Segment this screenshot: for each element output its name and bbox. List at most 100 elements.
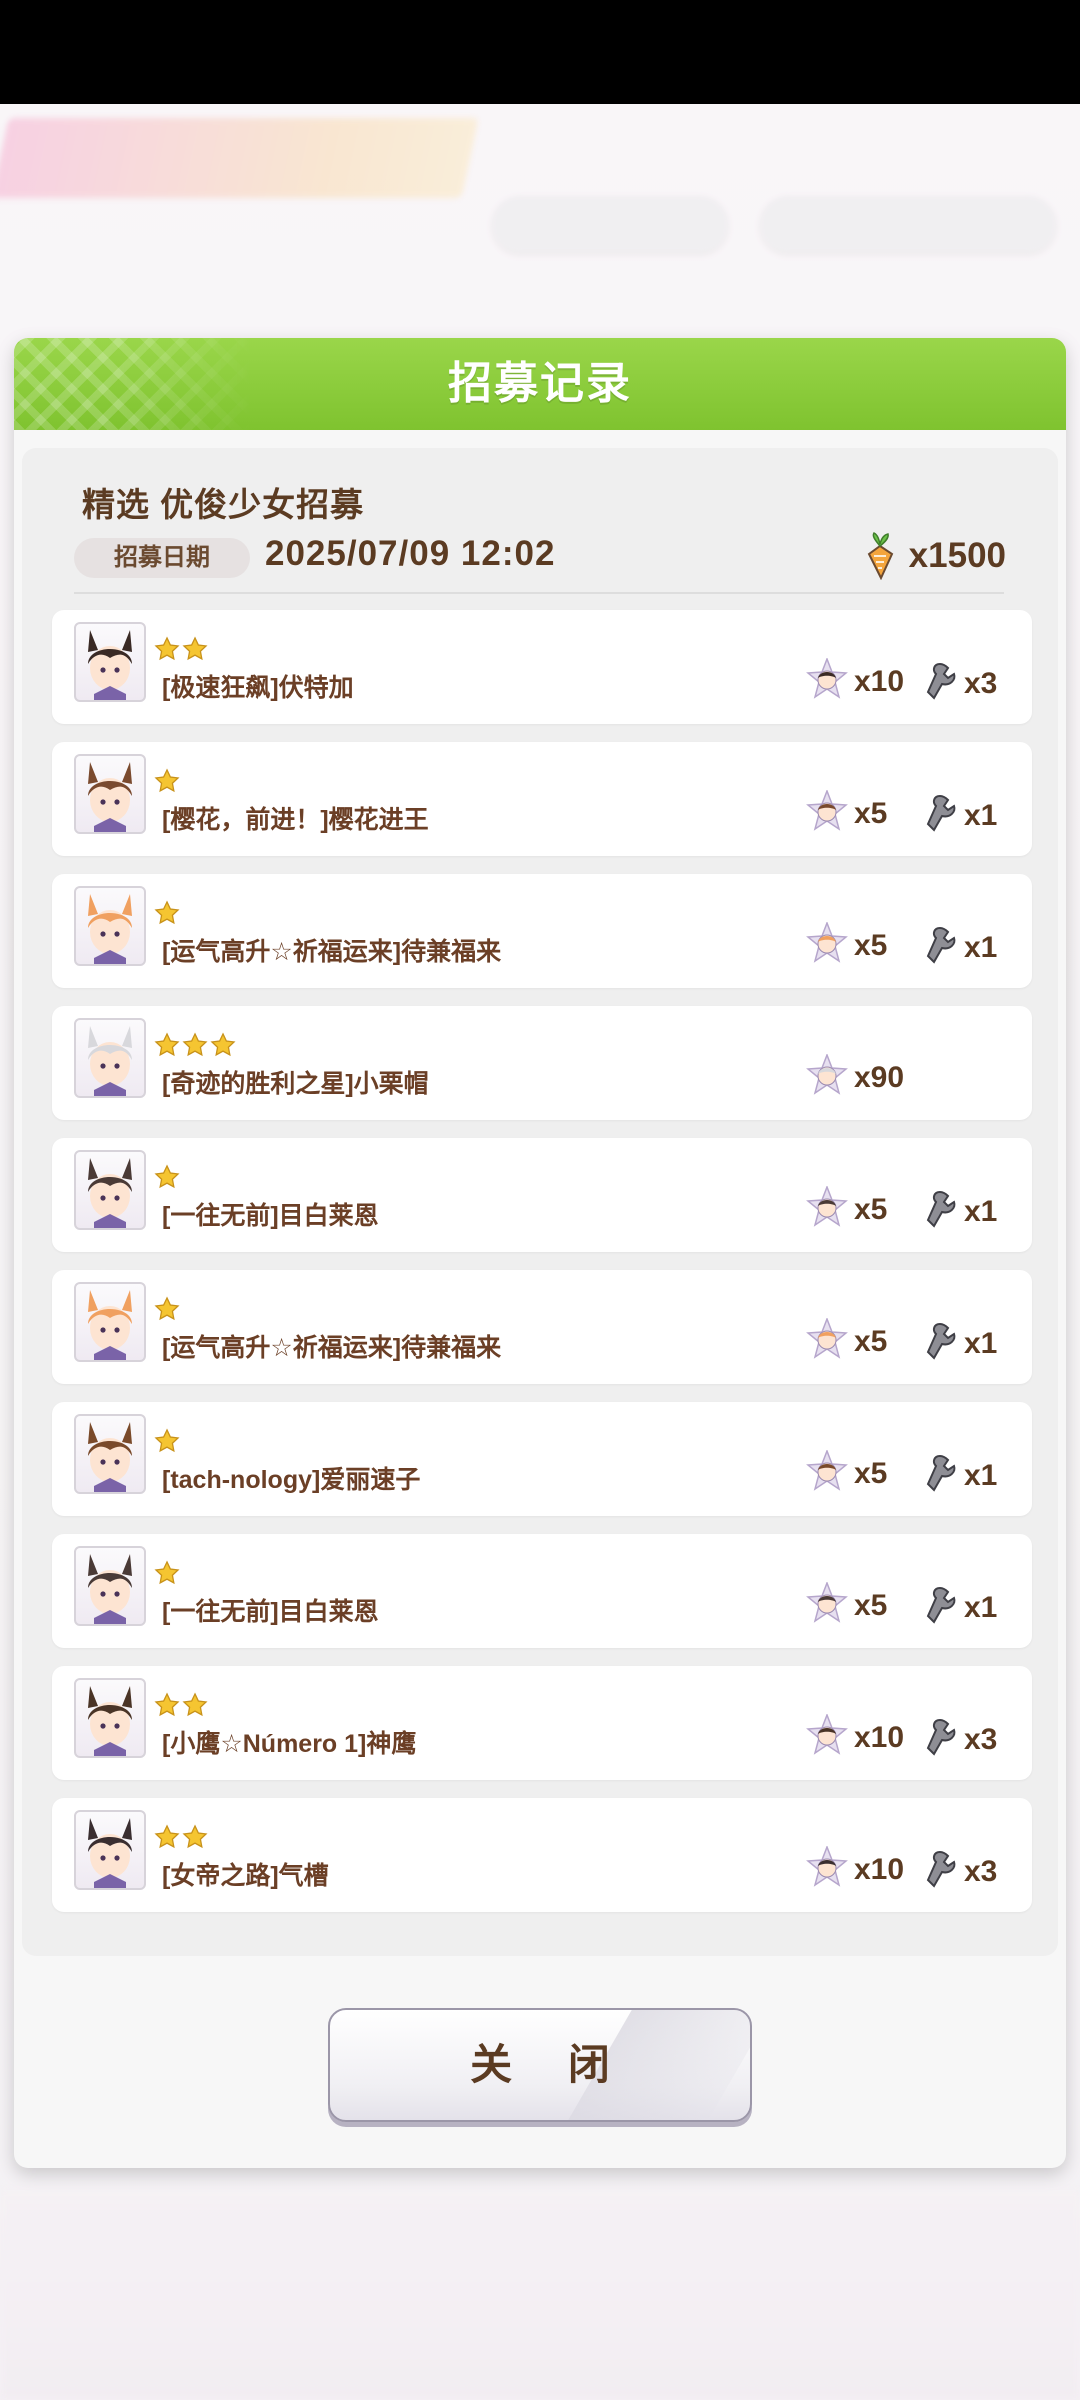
- point-reward: x1: [922, 1586, 997, 1629]
- horseshoe-key-icon: [922, 1454, 958, 1497]
- result-row: [tach-nology]爱丽速子 x5 x1: [52, 1402, 1032, 1516]
- history-panel: 精选 优俊少女招募 招募日期 2025/07/09 12:02 x1500 [极…: [22, 448, 1058, 1956]
- piece-reward: x90: [806, 1052, 905, 1101]
- piece-quantity: x5: [854, 1192, 888, 1226]
- character-name: [极速狂飙]伏特加: [162, 674, 354, 702]
- point-reward: x1: [922, 1190, 997, 1233]
- character-avatar: [74, 622, 146, 702]
- rarity-stars: [154, 636, 208, 667]
- piece-reward: x10: [806, 1844, 905, 1893]
- character-avatar: [74, 1810, 146, 1890]
- character-name: [女帝之路]气槽: [162, 1862, 329, 1890]
- character-name: [一往无前]目白莱恩: [162, 1598, 379, 1626]
- star-icon: [210, 1032, 236, 1063]
- point-reward: x3: [922, 1850, 997, 1893]
- star-icon: [154, 900, 180, 931]
- rarity-stars: [154, 1428, 180, 1459]
- star-icon: [154, 636, 180, 667]
- piece-reward: x10: [806, 1712, 905, 1761]
- character-piece-icon: [806, 788, 848, 837]
- character-avatar: [74, 1150, 146, 1230]
- date-label: 招募日期: [74, 538, 250, 578]
- character-piece-icon: [806, 920, 848, 969]
- point-quantity: x3: [964, 666, 998, 700]
- character-piece-icon: [806, 656, 848, 705]
- dialog-header: 招募记录: [14, 338, 1066, 430]
- piece-quantity: x10: [854, 1852, 905, 1886]
- piece-reward: x5: [806, 1448, 888, 1497]
- character-piece-icon: [806, 1316, 848, 1365]
- point-quantity: x3: [964, 1854, 998, 1888]
- point-quantity: x1: [964, 1590, 998, 1624]
- result-row: [樱花，前进！]樱花进王 x5 x1: [52, 742, 1032, 856]
- date-value: 2025/07/09 12:02: [265, 534, 556, 573]
- piece-quantity: x5: [854, 796, 888, 830]
- result-row: [运气高升☆祈福运来]待兼福来 x5 x1: [52, 1270, 1032, 1384]
- point-reward: x1: [922, 794, 997, 837]
- character-name: [运气高升☆祈福运来]待兼福来: [162, 1334, 502, 1362]
- horseshoe-key-icon: [922, 1190, 958, 1233]
- point-reward: x3: [922, 662, 997, 705]
- piece-reward: x5: [806, 1580, 888, 1629]
- character-name: [tach-nology]爱丽速子: [162, 1466, 421, 1494]
- result-row: [一往无前]目白莱恩 x5 x1: [52, 1138, 1032, 1252]
- point-reward: x1: [922, 926, 997, 969]
- character-piece-icon: [806, 1052, 848, 1101]
- horseshoe-key-icon: [922, 1586, 958, 1629]
- character-name: [奇迹的胜利之星]小栗帽: [162, 1070, 429, 1098]
- point-quantity: x1: [964, 798, 998, 832]
- rarity-stars: [154, 1032, 236, 1063]
- close-label: 关 闭: [470, 2041, 632, 2088]
- cost-amount: x1500: [908, 536, 1006, 575]
- star-icon: [154, 1428, 180, 1459]
- piece-quantity: x5: [854, 928, 888, 962]
- horseshoe-key-icon: [922, 662, 958, 705]
- status-bar: [0, 0, 1080, 104]
- star-icon: [154, 1164, 180, 1195]
- recruit-history-dialog: 招募记录 精选 优俊少女招募 招募日期 2025/07/09 12:02 x15…: [14, 338, 1066, 2168]
- star-icon: [154, 1032, 180, 1063]
- carrot-ticket-icon: [867, 532, 893, 580]
- character-name: [一往无前]目白莱恩: [162, 1202, 379, 1230]
- piece-quantity: x5: [854, 1456, 888, 1490]
- result-row: [小鹰☆Número 1]神鹰 x10 x3: [52, 1666, 1032, 1780]
- result-row: [一往无前]目白莱恩 x5 x1: [52, 1534, 1032, 1648]
- piece-reward: x10: [806, 656, 904, 705]
- star-icon: [182, 1824, 208, 1855]
- character-piece-icon: [806, 1448, 848, 1497]
- piece-quantity: x10: [854, 1720, 905, 1754]
- star-icon: [182, 1032, 208, 1063]
- character-avatar: [74, 1018, 146, 1098]
- character-avatar: [74, 1282, 146, 1362]
- character-avatar: [74, 1414, 146, 1494]
- result-row: [极速狂飙]伏特加 x10 x3: [52, 610, 1032, 724]
- character-piece-icon: [806, 1184, 848, 1233]
- piece-reward: x5: [806, 920, 888, 969]
- point-quantity: x1: [964, 1194, 998, 1228]
- cost-display: x1500: [861, 532, 1006, 580]
- horseshoe-key-icon: [922, 794, 958, 837]
- point-quantity: x1: [964, 930, 998, 964]
- horseshoe-key-icon: [922, 1850, 958, 1893]
- rarity-stars: [154, 900, 180, 931]
- character-name: [樱花，前进！]樱花进王: [162, 806, 429, 834]
- point-quantity: x1: [964, 1326, 998, 1360]
- point-reward: x1: [922, 1454, 997, 1497]
- character-avatar: [74, 886, 146, 966]
- horseshoe-key-icon: [922, 1322, 958, 1365]
- horseshoe-key-icon: [922, 926, 958, 969]
- point-quantity: x1: [964, 1458, 998, 1492]
- result-row: [奇迹的胜利之星]小栗帽 x90: [52, 1006, 1032, 1120]
- dialog-title: 招募记录: [448, 359, 632, 408]
- character-name: [运气高升☆祈福运来]待兼福来: [162, 938, 502, 966]
- result-row: [女帝之路]气槽 x10 x3: [52, 1798, 1032, 1912]
- rarity-stars: [154, 768, 180, 799]
- close-button[interactable]: 关 闭: [328, 2008, 752, 2122]
- character-avatar: [74, 754, 146, 834]
- piece-quantity: x5: [854, 1324, 888, 1358]
- character-piece-icon: [806, 1712, 848, 1761]
- piece-quantity: x90: [854, 1060, 905, 1094]
- character-name: [小鹰☆Número 1]神鹰: [162, 1730, 417, 1758]
- piece-quantity: x5: [854, 1588, 888, 1622]
- star-icon: [182, 1692, 208, 1723]
